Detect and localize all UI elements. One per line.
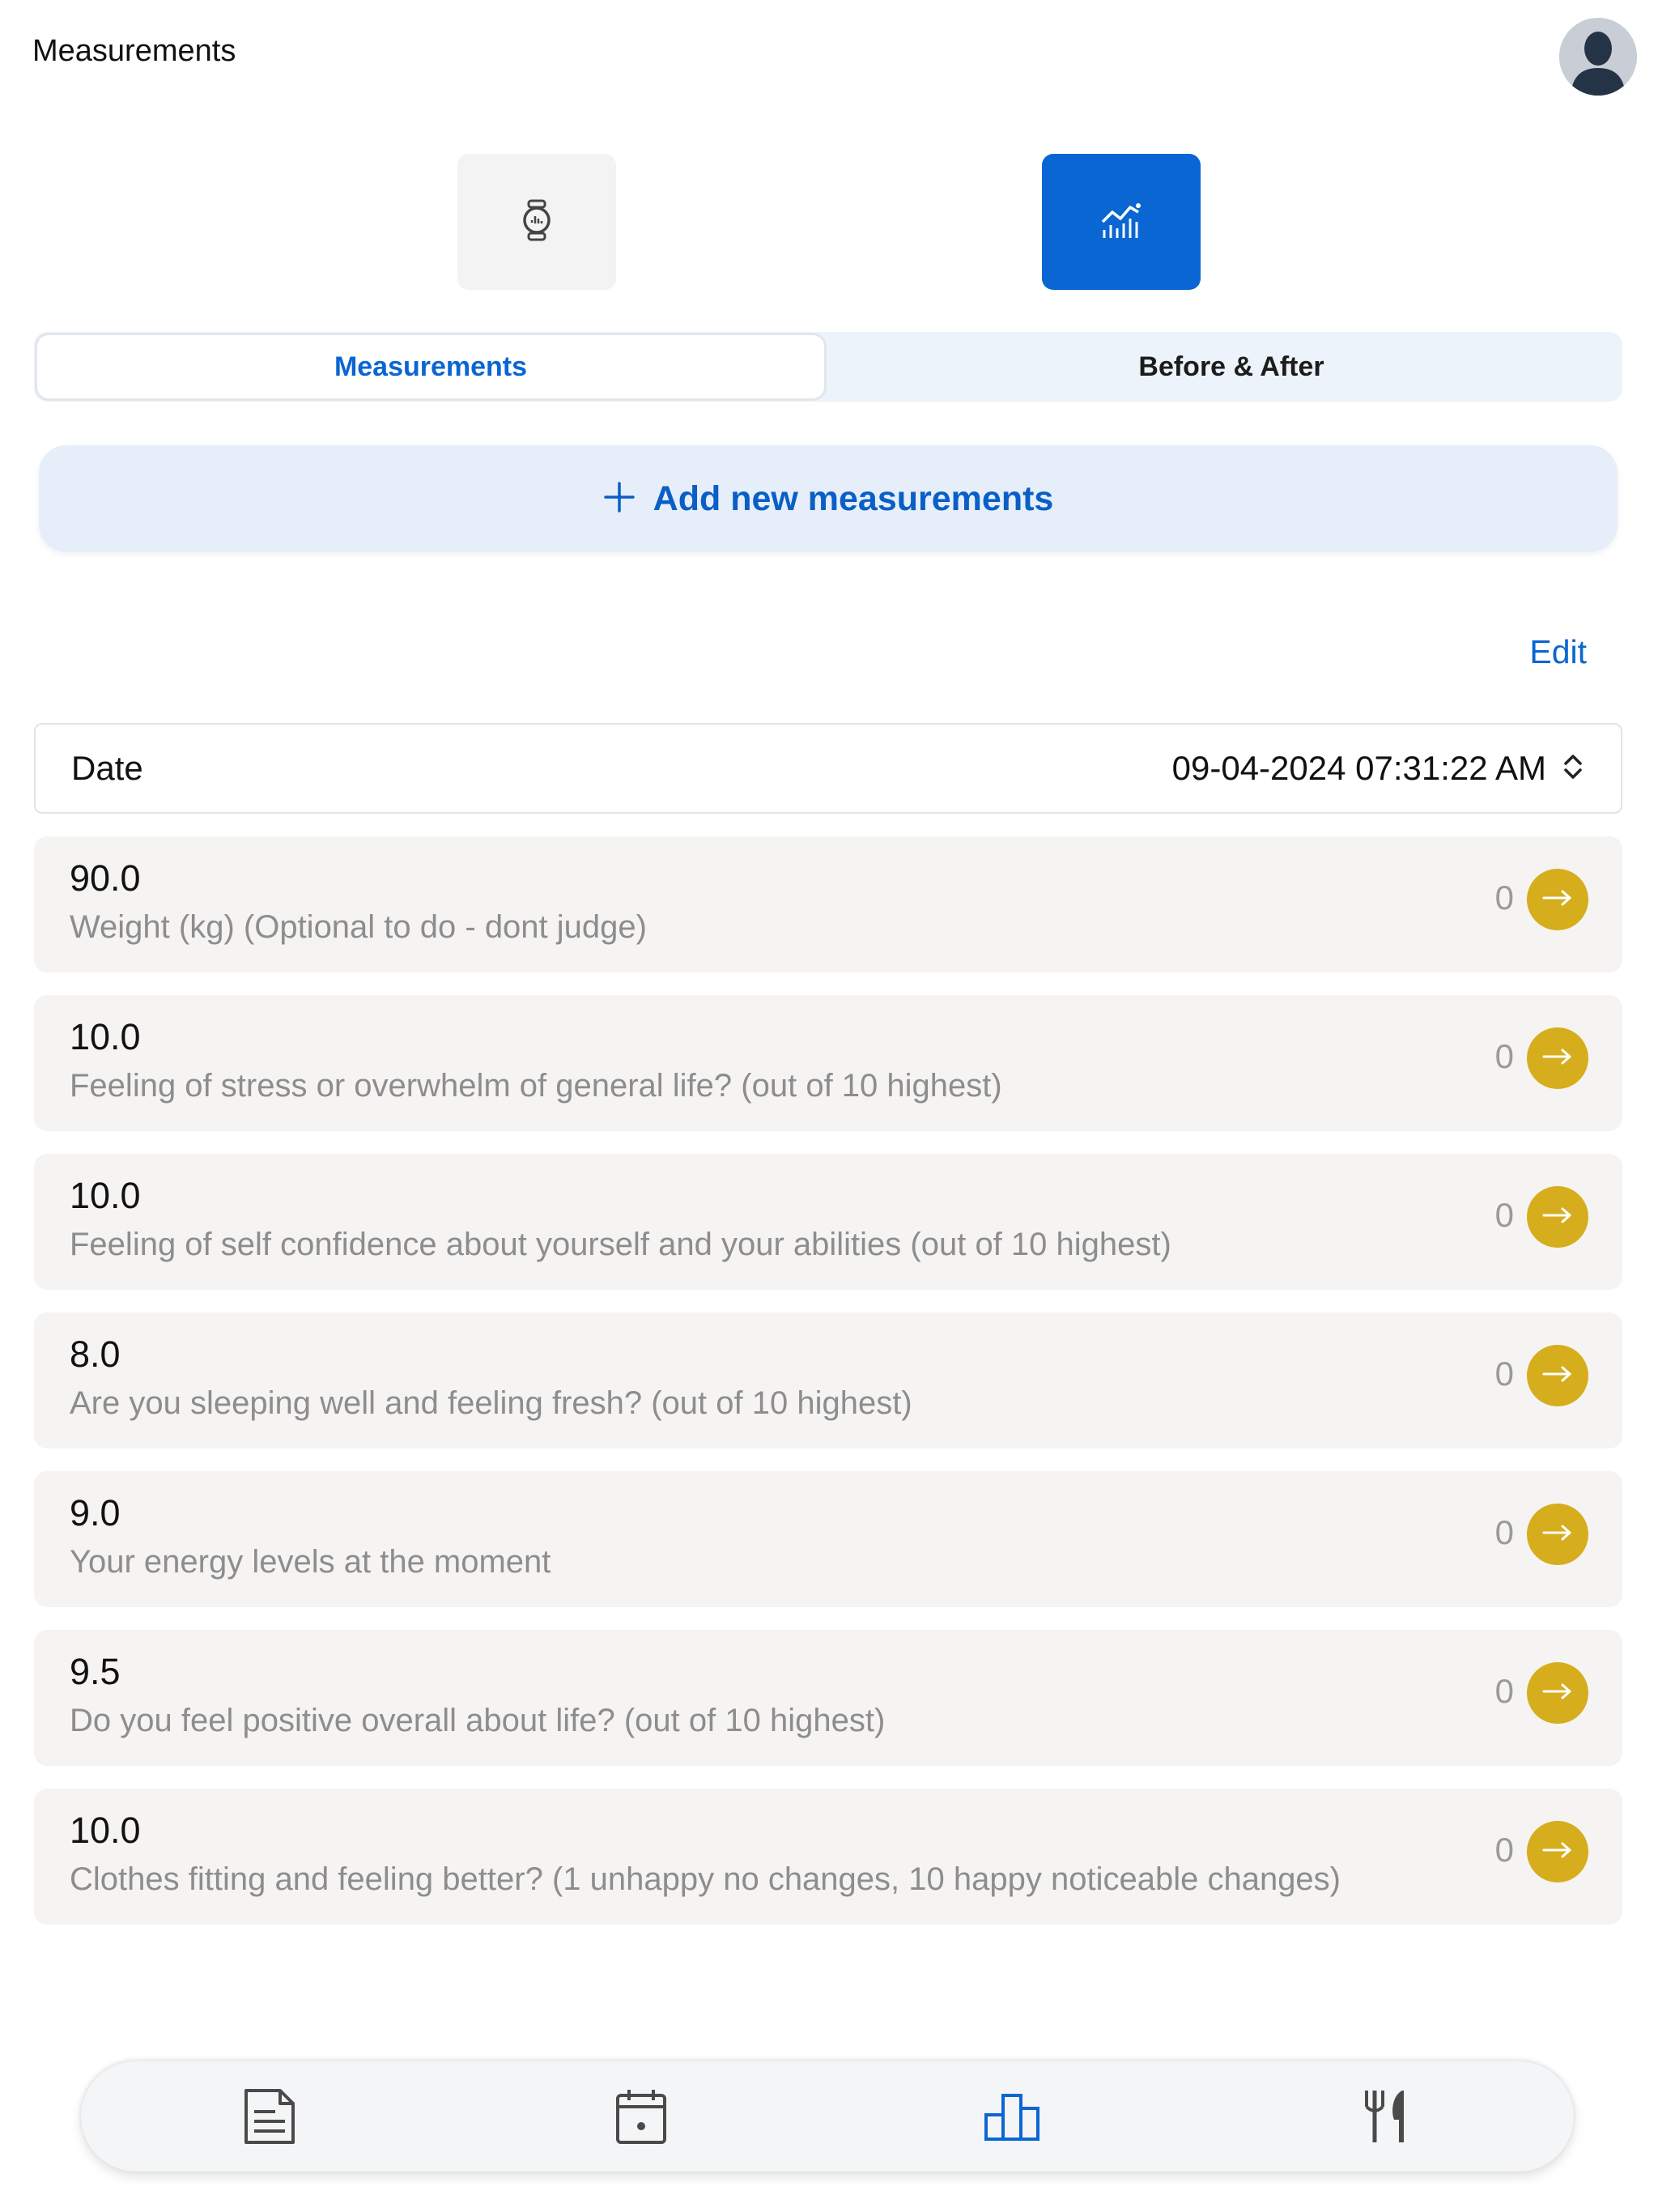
arrow-right-icon — [1541, 1682, 1574, 1705]
open-measurement-button[interactable] — [1527, 1186, 1588, 1248]
arrow-right-icon — [1541, 1047, 1574, 1070]
add-new-measurements-label: Add new measurements — [653, 479, 1054, 518]
measurement-description: Do you feel positive overall about life?… — [70, 1703, 886, 1738]
open-measurement-button[interactable] — [1527, 1662, 1588, 1724]
measurement-count: 0 — [1494, 1513, 1514, 1551]
measurement-value: 9.5 — [70, 1651, 121, 1692]
segmented-tabs: Measurements Before & After — [34, 332, 1622, 402]
arrow-right-icon — [1541, 1206, 1574, 1229]
chart-icon — [1099, 201, 1143, 244]
measurement-card[interactable]: 10.0 Feeling of self confidence about yo… — [34, 1154, 1622, 1290]
nav-meals[interactable] — [1347, 2079, 1425, 2157]
measurement-card[interactable]: 9.5 Do you feel positive overall about l… — [34, 1630, 1622, 1766]
podium-icon — [983, 2091, 1041, 2146]
add-new-measurements-button[interactable]: Add new measurements — [39, 445, 1618, 552]
arrow-right-icon — [1541, 1523, 1574, 1546]
arrow-right-icon — [1541, 888, 1574, 912]
measurement-card[interactable]: 10.0 Feeling of stress or overwhelm of g… — [34, 995, 1622, 1131]
measurement-card[interactable]: 10.0 Clothes fitting and feeling better?… — [34, 1789, 1622, 1925]
open-measurement-button[interactable] — [1527, 869, 1588, 930]
measurement-description: Feeling of stress or overwhelm of genera… — [70, 1068, 1002, 1104]
user-avatar-icon[interactable] — [1559, 18, 1637, 96]
tab-before-after[interactable]: Before & After — [844, 335, 1619, 398]
open-measurement-button[interactable] — [1527, 1345, 1588, 1406]
measurement-description: Feeling of self confidence about yoursel… — [70, 1227, 1171, 1262]
measurement-card[interactable]: 9.0 Your energy levels at the moment 0 — [34, 1471, 1622, 1607]
measurement-value: 10.0 — [70, 1175, 141, 1216]
bottom-navigation — [81, 2061, 1574, 2172]
measurement-description: Are you sleeping well and feeling fresh?… — [70, 1385, 912, 1421]
plus-icon — [603, 481, 636, 517]
measurement-count: 0 — [1494, 1831, 1514, 1869]
date-label: Date — [71, 749, 143, 787]
date-value: 09-04-2024 07:31:22 AM — [1171, 749, 1546, 787]
document-icon — [240, 2087, 298, 2150]
date-selector[interactable]: Date 09-04-2024 07:31:22 AM — [34, 723, 1622, 814]
measurement-count: 0 — [1494, 1355, 1514, 1393]
measurements-screen: Measurements Measurements Before & After… — [0, 0, 1658, 2212]
measurement-count: 0 — [1494, 1196, 1514, 1234]
nav-notes[interactable] — [230, 2079, 308, 2157]
open-measurement-button[interactable] — [1527, 1027, 1588, 1089]
measurement-value: 10.0 — [70, 1810, 141, 1851]
calendar-icon — [614, 2087, 668, 2150]
fork-knife-icon — [1362, 2087, 1410, 2150]
chart-view-button[interactable] — [1042, 154, 1201, 290]
measurement-count: 0 — [1494, 1037, 1514, 1075]
page-title: Measurements — [32, 34, 236, 68]
measurement-card[interactable]: 90.0 Weight (kg) (Optional to do - dont … — [34, 836, 1622, 972]
measurement-card[interactable]: 8.0 Are you sleeping well and feeling fr… — [34, 1312, 1622, 1448]
tab-measurements[interactable]: Measurements — [37, 335, 824, 398]
measurement-description: Your energy levels at the moment — [70, 1544, 551, 1580]
measurement-count: 0 — [1494, 878, 1514, 917]
measurement-value: 8.0 — [70, 1334, 121, 1375]
arrow-right-icon — [1541, 1840, 1574, 1864]
edit-button[interactable]: Edit — [1529, 633, 1587, 671]
chevron-up-down-icon — [1561, 751, 1585, 787]
date-value-group[interactable]: 09-04-2024 07:31:22 AM — [1172, 749, 1585, 788]
measurement-count: 0 — [1494, 1672, 1514, 1710]
measurement-value: 9.0 — [70, 1492, 121, 1534]
measurement-value: 10.0 — [70, 1016, 141, 1057]
smartwatch-icon — [519, 199, 555, 245]
nav-progress[interactable] — [973, 2079, 1051, 2157]
arrow-right-icon — [1541, 1364, 1574, 1388]
measurement-description: Clothes fitting and feeling better? (1 u… — [70, 1861, 1341, 1897]
open-measurement-button[interactable] — [1527, 1821, 1588, 1882]
measurement-value: 90.0 — [70, 857, 141, 899]
open-measurement-button[interactable] — [1527, 1504, 1588, 1565]
nav-calendar[interactable] — [602, 2079, 680, 2157]
watch-view-button[interactable] — [457, 154, 616, 290]
measurement-description: Weight (kg) (Optional to do - dont judge… — [70, 909, 647, 945]
